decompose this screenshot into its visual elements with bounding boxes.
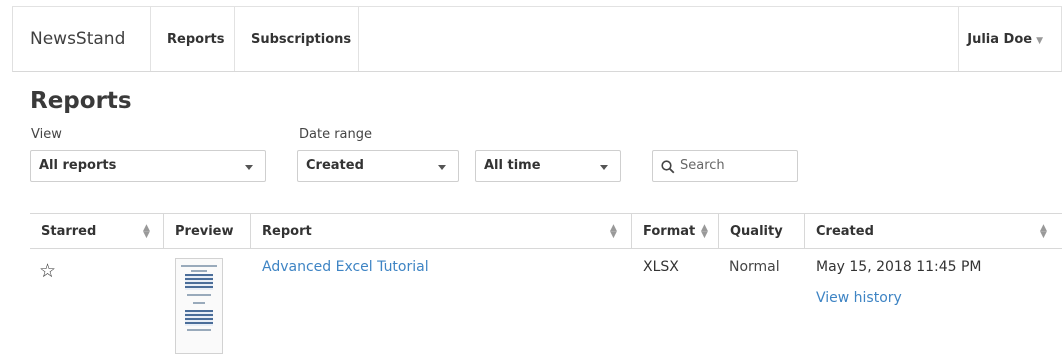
date-field-select[interactable]: Created [297,150,459,182]
column-header-report[interactable]: Report ▲ ▼ [251,214,632,249]
caret-down-icon [600,165,608,170]
column-header-quality[interactable]: Quality [719,214,805,249]
caret-down-icon [245,165,253,170]
column-header-label: Starred [41,224,97,239]
view-select-value: All reports [39,158,117,173]
search-icon [661,160,675,174]
column-header-starred[interactable]: Starred ▲ ▼ [30,214,164,249]
date-range-label: Date range [299,127,373,142]
chevron-down-icon: ▼ [1036,36,1043,46]
column-header-created[interactable]: Created ▲ ▼ [805,214,1062,249]
nav-divider [358,7,359,71]
report-format: XLSX [643,259,679,275]
column-header-format[interactable]: Format ▲ ▼ [632,214,719,249]
star-outline-icon[interactable]: ☆ [39,260,56,282]
column-header-label: Quality [730,224,783,239]
report-created-date: May 15, 2018 11:45 PM [816,259,982,275]
page-title: Reports [30,88,132,114]
view-label: View [31,127,62,142]
nav-divider [234,7,235,71]
table-header: Starred ▲ ▼ Preview Report ▲ ▼ Format ▲ ▼ Q… [30,213,1062,249]
date-period-select[interactable]: All time [475,150,621,182]
brand-name[interactable]: NewsStand [30,29,125,49]
user-name: Julia Doe [967,32,1033,47]
search-placeholder: Search [680,158,725,173]
nav-item-subscriptions[interactable]: Subscriptions [251,32,351,47]
sort-icon[interactable]: ▲ ▼ [610,224,617,240]
view-select[interactable]: All reports [30,150,266,182]
user-menu[interactable]: Julia Doe ▼ [967,32,1043,47]
search-input[interactable]: Search [652,150,798,182]
nav-divider [150,7,151,71]
top-navigation-bar: NewsStand Reports Subscriptions Julia Do… [12,7,1062,72]
column-header-label: Format [643,224,696,239]
nav-item-reports[interactable]: Reports [167,32,224,47]
sort-icon[interactable]: ▲ ▼ [701,224,708,240]
sort-icon[interactable]: ▲ ▼ [1040,224,1047,240]
date-field-value: Created [306,158,364,173]
sort-icon[interactable]: ▲ ▼ [143,224,150,240]
date-period-value: All time [484,158,541,173]
column-header-label: Created [816,224,874,239]
report-preview-thumbnail[interactable] [175,258,223,354]
nav-divider [958,7,959,71]
column-header-label: Preview [175,224,234,239]
report-name-link[interactable]: Advanced Excel Tutorial [262,259,429,275]
view-history-link[interactable]: View history [816,290,902,306]
column-header-preview: Preview [164,214,251,249]
column-header-label: Report [262,224,312,239]
caret-down-icon [438,165,446,170]
report-quality: Normal [729,259,780,275]
